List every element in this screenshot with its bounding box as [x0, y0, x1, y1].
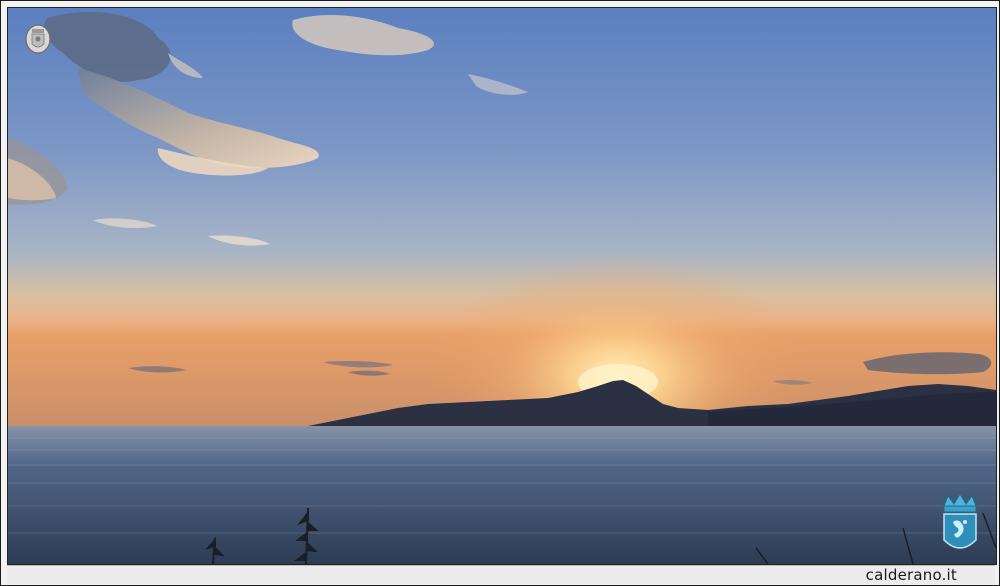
caption-bar: calderano.it [7, 565, 995, 584]
photo-scene [8, 8, 996, 564]
sunset-photo [7, 7, 997, 565]
crowned-shield-icon [943, 493, 977, 549]
coat-of-arms-icon [25, 24, 51, 54]
site-caption: calderano.it [865, 566, 957, 584]
picture-frame: calderano.it [0, 0, 1000, 586]
